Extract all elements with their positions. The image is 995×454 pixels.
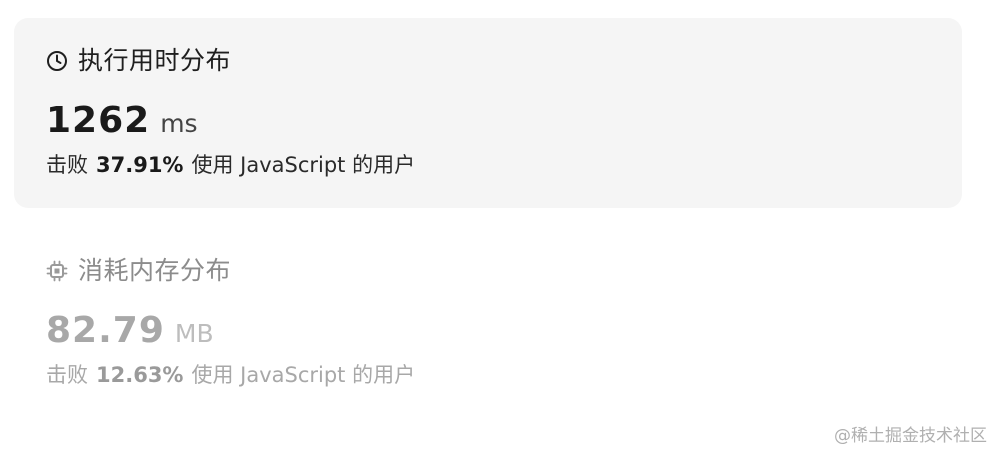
memory-metric: 82.79 MB (46, 310, 930, 351)
runtime-beat-prefix: 击败 (46, 153, 88, 177)
runtime-beat-percent: 37.91% (96, 153, 184, 177)
memory-title: 消耗内存分布 (78, 256, 232, 285)
runtime-beat-text: 击败 37.91% 使用 JavaScript 的用户 (46, 151, 930, 179)
watermark: @稀土掘金技术社区 (834, 426, 987, 446)
runtime-title: 执行用时分布 (78, 46, 232, 75)
runtime-beat-suffix: 使用 JavaScript 的用户 (191, 153, 416, 177)
memory-beat-prefix: 击败 (46, 363, 88, 387)
memory-beat-text: 击败 12.63% 使用 JavaScript 的用户 (46, 361, 930, 389)
runtime-distribution-card[interactable]: 执行用时分布 1262 ms 击败 37.91% 使用 JavaScript 的… (14, 18, 962, 208)
memory-distribution-card[interactable]: 消耗内存分布 82.79 MB 击败 12.63% 使用 JavaScript … (14, 228, 962, 428)
runtime-metric: 1262 ms (46, 100, 930, 141)
runtime-unit: ms (160, 109, 198, 138)
memory-value: 82.79 (46, 310, 165, 351)
memory-chip-icon (46, 260, 68, 282)
runtime-value: 1262 (46, 100, 151, 141)
clock-icon (46, 50, 68, 72)
runtime-card-header: 执行用时分布 (46, 46, 930, 76)
memory-unit: MB (174, 319, 214, 348)
memory-beat-suffix: 使用 JavaScript 的用户 (191, 363, 416, 387)
page: 执行用时分布 1262 ms 击败 37.91% 使用 JavaScript 的… (0, 0, 995, 454)
memory-beat-percent: 12.63% (96, 363, 184, 387)
memory-card-header: 消耗内存分布 (46, 256, 930, 286)
